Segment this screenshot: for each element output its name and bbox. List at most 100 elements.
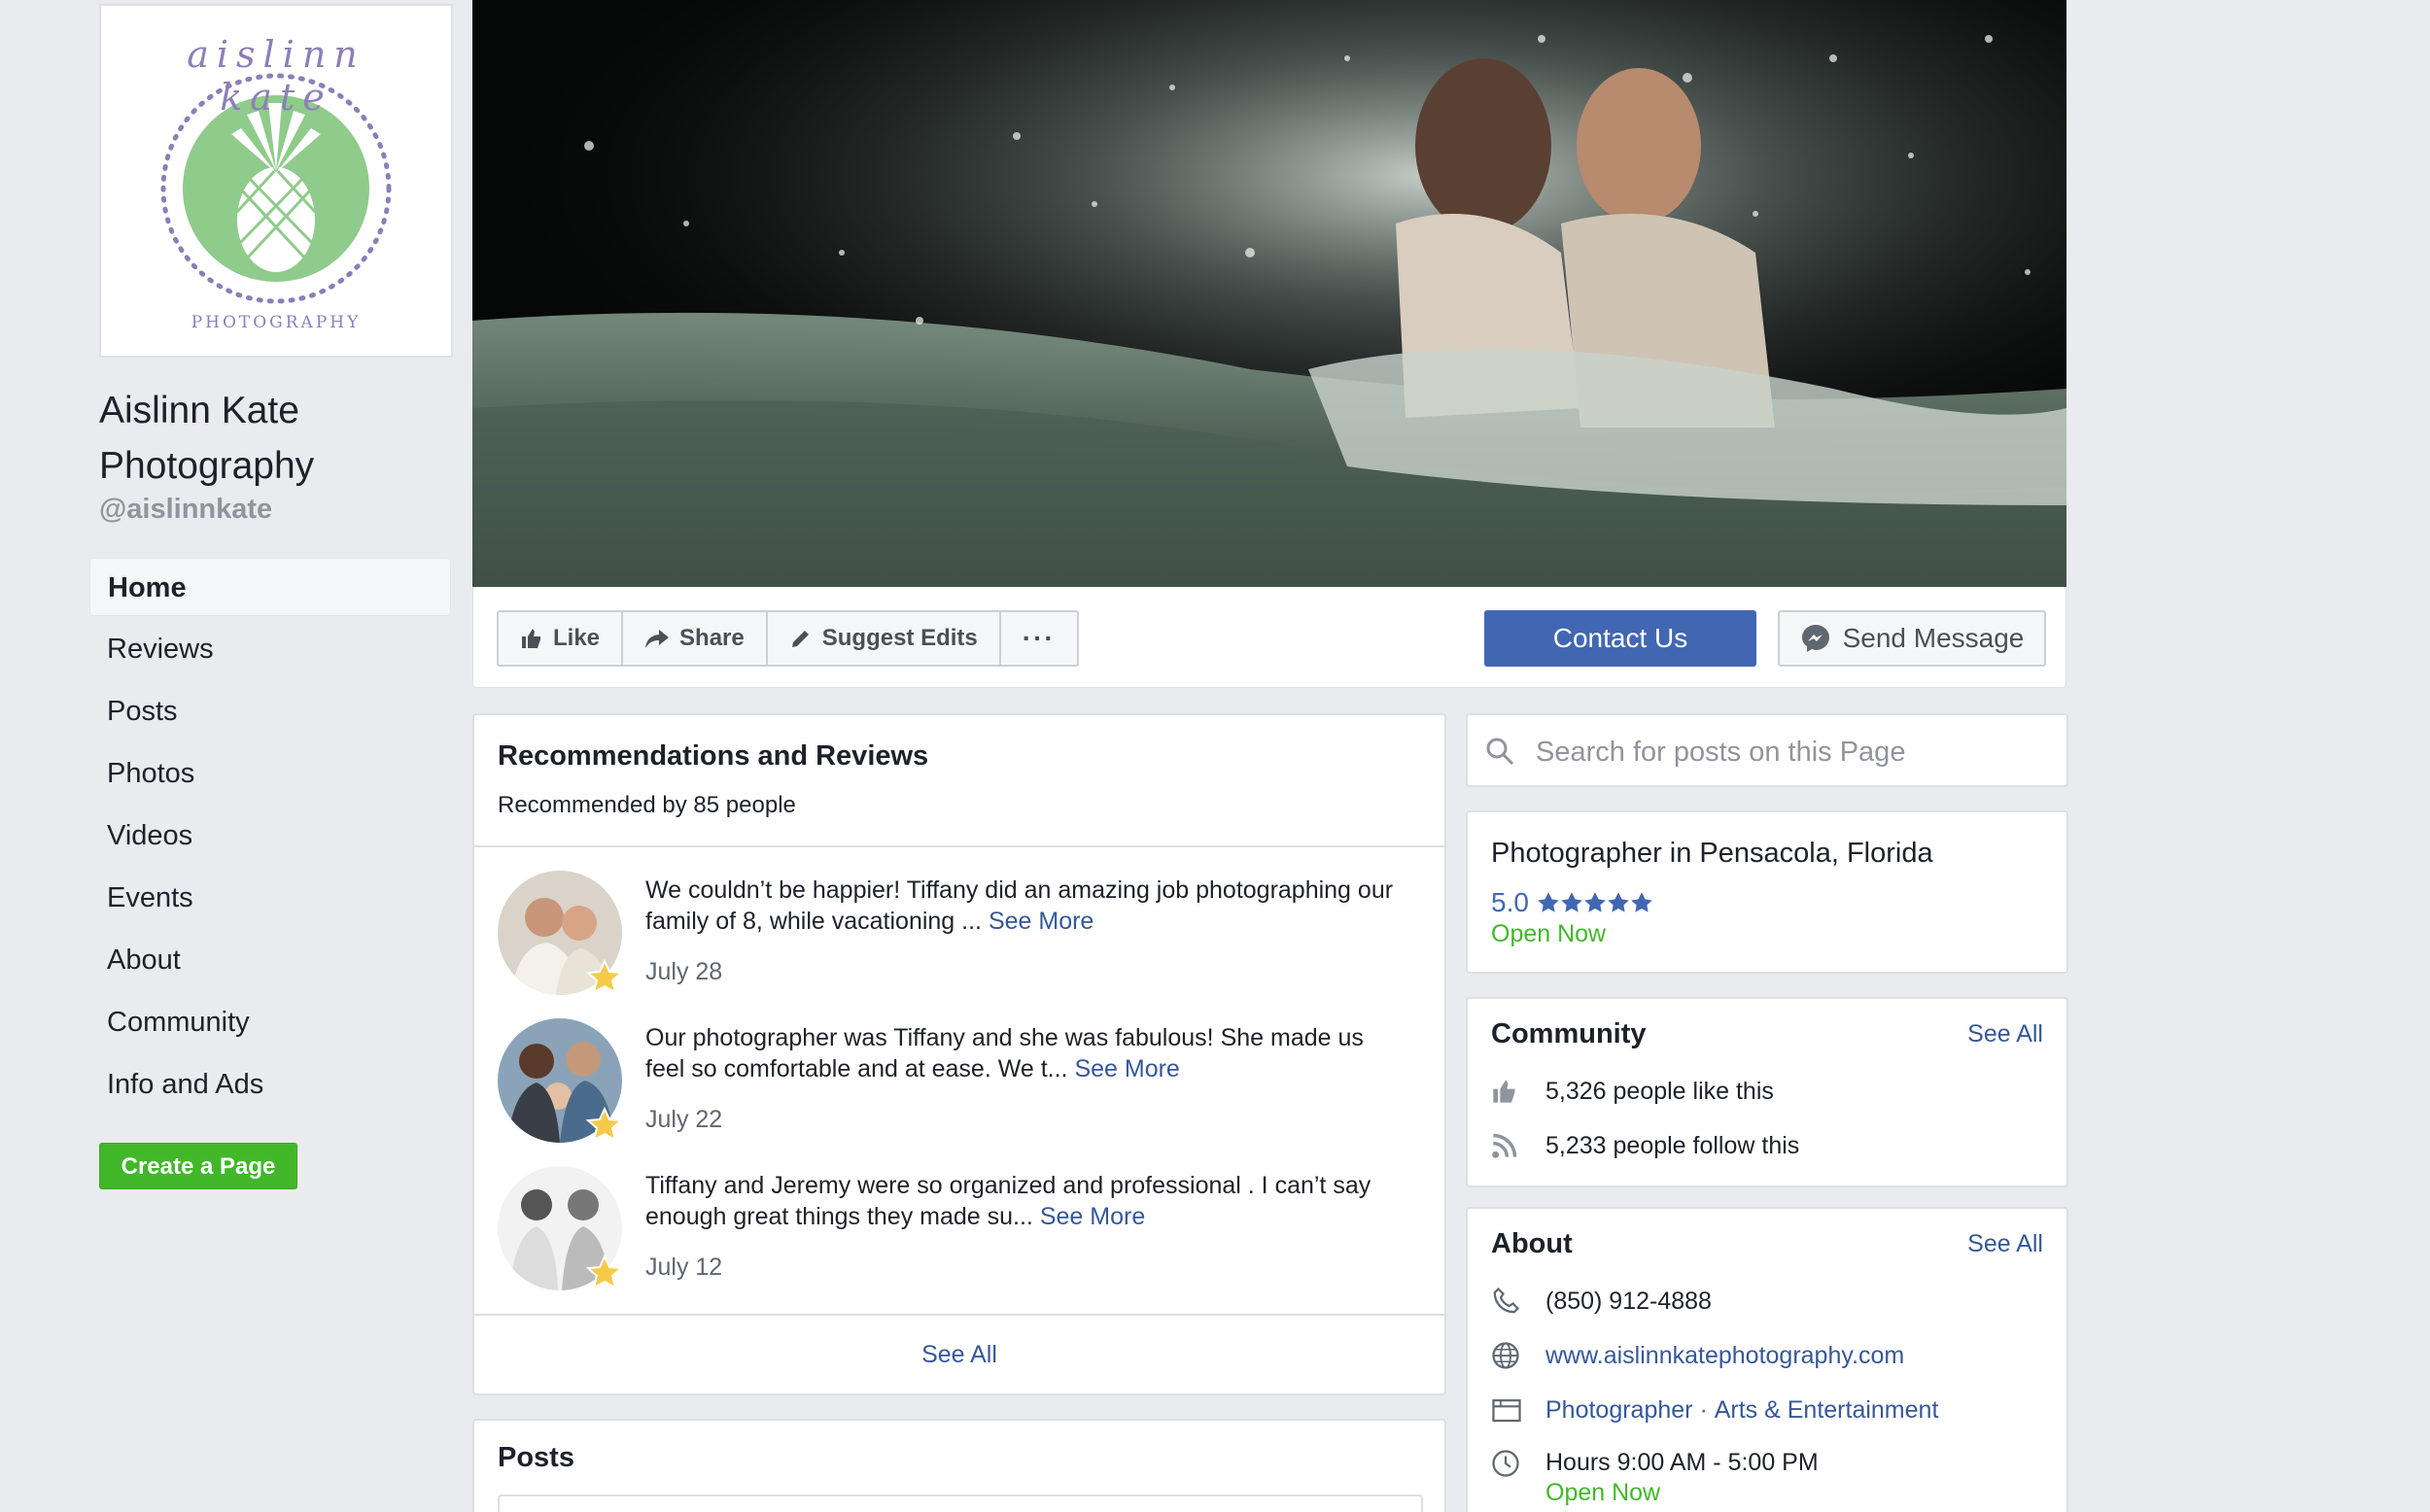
- follows-row: 5,233 people follow this: [1491, 1118, 2043, 1173]
- page-profile-picture[interactable]: aislinn kate PHOTOGRAPHY: [99, 4, 453, 358]
- category-location: Photographer in Pensacola, Florida: [1491, 838, 1933, 869]
- about-header: About See All: [1491, 1228, 2043, 1260]
- star-icon: [1584, 892, 1606, 912]
- review-date[interactable]: July 28: [645, 958, 722, 986]
- share-button[interactable]: Share: [623, 612, 768, 665]
- nav-item-photos[interactable]: Photos: [89, 744, 451, 803]
- likes-row: 5,326 people like this: [1491, 1064, 2043, 1118]
- about-card: About See All (850) 912-4888 www.aislinn…: [1466, 1207, 2068, 1512]
- review-item: We couldn’t be happier! Tiffany did an a…: [498, 871, 1411, 1007]
- recommendation-star-icon: [585, 1254, 624, 1289]
- contact-us-button[interactable]: Contact Us: [1484, 610, 1756, 667]
- rating-row[interactable]: 5.0: [1491, 887, 2043, 918]
- posts-title: Posts: [498, 1442, 574, 1473]
- phone-icon: [1493, 1287, 1520, 1314]
- page-name[interactable]: Aislinn Kate Photography: [99, 383, 449, 494]
- category-photographer-link[interactable]: Photographer: [1545, 1396, 1693, 1425]
- page-info-card: Photographer in Pensacola, Florida 5.0 O…: [1466, 810, 2068, 974]
- recommendations-title[interactable]: Recommendations and Reviews: [498, 740, 1421, 773]
- thumbs-up-icon: [1493, 1080, 1515, 1103]
- cover-photo[interactable]: [472, 0, 2066, 587]
- reviews-see-all-link[interactable]: See All: [474, 1314, 1444, 1393]
- review-date[interactable]: July 22: [645, 1106, 722, 1134]
- search-input[interactable]: Search for posts on this Page: [1536, 737, 1905, 769]
- logo-script-text: aislinn kate: [187, 33, 365, 119]
- create-page-button[interactable]: Create a Page: [99, 1143, 297, 1189]
- post-preview: [498, 1495, 1423, 1512]
- about-see-all-link[interactable]: See All: [1967, 1230, 2043, 1258]
- nav-item-about[interactable]: About: [89, 931, 451, 989]
- review-body: Tiffany and Jeremy were so organized and…: [645, 1172, 1371, 1230]
- nav-item-videos[interactable]: Videos: [89, 807, 451, 865]
- recommended-count: Recommended by 85 people: [498, 792, 796, 818]
- nav-item-home[interactable]: Home: [89, 558, 451, 616]
- recommendations-card: Recommendations and Reviews Recommended …: [472, 713, 1446, 1395]
- more-options-button[interactable]: ···: [1001, 612, 1077, 665]
- open-status: Open Now: [1491, 920, 1607, 947]
- cover-photo-image: [472, 0, 2066, 587]
- search-icon: [1486, 738, 1514, 766]
- page-handle[interactable]: @aislinnkate: [99, 494, 272, 526]
- like-button[interactable]: Like: [499, 612, 624, 665]
- website-link[interactable]: www.aislinnkatephotography.com: [1545, 1342, 1904, 1370]
- see-more-link[interactable]: See More: [1040, 1203, 1145, 1230]
- storefront-icon: [1492, 1399, 1521, 1423]
- see-more-link[interactable]: See More: [989, 908, 1094, 935]
- nav-item-info-and-ads[interactable]: Info and Ads: [89, 1055, 451, 1114]
- review-item: Tiffany and Jeremy were so organized and…: [498, 1166, 1411, 1302]
- review-date[interactable]: July 12: [645, 1254, 722, 1282]
- about-title[interactable]: About: [1491, 1228, 1573, 1260]
- recommendation-star-icon: [585, 958, 624, 994]
- page-action-bar: Like Share Suggest Edits ··· Contact Us …: [472, 587, 2066, 688]
- category-arts-link[interactable]: Arts & Entertainment: [1715, 1396, 1939, 1425]
- star-icon: [1608, 892, 1629, 912]
- pencil-icon: [791, 631, 809, 647]
- share-arrow-icon: [645, 630, 670, 648]
- nav-item-events[interactable]: Events: [89, 869, 451, 927]
- suggest-edits-label: Suggest Edits: [821, 625, 978, 651]
- category-separator: ·: [1692, 1395, 1715, 1424]
- logo-sub-text: PHOTOGRAPHY: [191, 313, 362, 332]
- community-card: Community See All 5,326 people like this…: [1466, 997, 2068, 1187]
- rating-stars: [1537, 891, 1653, 914]
- suggest-edits-button[interactable]: Suggest Edits: [768, 612, 1001, 665]
- nav-item-community[interactable]: Community: [89, 993, 451, 1051]
- review-body: Our photographer was Tiffany and she was…: [645, 1024, 1364, 1082]
- hours-open-status: Open Now: [1545, 1479, 1661, 1506]
- rating-value: 5.0: [1491, 887, 1529, 917]
- more-dots-icon: ···: [1022, 623, 1056, 653]
- community-title[interactable]: Community: [1491, 1018, 1647, 1050]
- recommendation-star-icon: [585, 1106, 624, 1142]
- category-row: Photographer · Arts & Entertainment: [1491, 1383, 2043, 1437]
- thumbs-up-icon: [522, 629, 540, 648]
- page-post-search[interactable]: Search for posts on this Page: [1466, 713, 2068, 787]
- star-icon: [1561, 892, 1582, 912]
- messenger-icon: [1801, 625, 1829, 652]
- recommendations-header: Recommendations and Reviews Recommended …: [474, 715, 1444, 847]
- review-text: Our photographer was Tiffany and she was…: [645, 1022, 1404, 1084]
- nav-item-reviews[interactable]: Reviews: [89, 620, 451, 678]
- phone-number[interactable]: (850) 912-4888: [1545, 1288, 1712, 1316]
- review-text: Tiffany and Jeremy were so organized and…: [645, 1170, 1404, 1232]
- hours-row: Hours 9:00 AM - 5:00 PM Open Now: [1491, 1437, 2043, 1512]
- send-message-button[interactable]: Send Message: [1778, 610, 2046, 667]
- see-more-link[interactable]: See More: [1074, 1055, 1179, 1082]
- hours-text: Hours 9:00 AM - 5:00 PM: [1545, 1449, 1819, 1476]
- globe-icon: [1492, 1342, 1519, 1369]
- community-header: Community See All: [1491, 1018, 2043, 1050]
- review-item: Our photographer was Tiffany and she was…: [498, 1018, 1411, 1154]
- like-label: Like: [553, 625, 601, 651]
- review-text: We couldn’t be happier! Tiffany did an a…: [645, 875, 1404, 937]
- follows-count: 5,233 people follow this: [1545, 1131, 1800, 1159]
- community-stats: 5,326 people like this 5,233 people foll…: [1491, 1064, 2043, 1173]
- likes-count: 5,326 people like this: [1545, 1077, 1774, 1105]
- community-see-all-link[interactable]: See All: [1967, 1020, 2043, 1048]
- rss-feed-icon: [1492, 1133, 1517, 1158]
- star-icon: [1538, 892, 1559, 912]
- posts-card: Posts: [472, 1419, 1446, 1512]
- page-nav: Home Reviews Posts Photos Videos Events …: [89, 558, 451, 1117]
- nav-item-posts[interactable]: Posts: [89, 682, 451, 740]
- hours-block[interactable]: Hours 9:00 AM - 5:00 PM Open Now: [1545, 1449, 1819, 1507]
- clock-icon: [1492, 1450, 1519, 1477]
- send-message-label: Send Message: [1842, 623, 2025, 653]
